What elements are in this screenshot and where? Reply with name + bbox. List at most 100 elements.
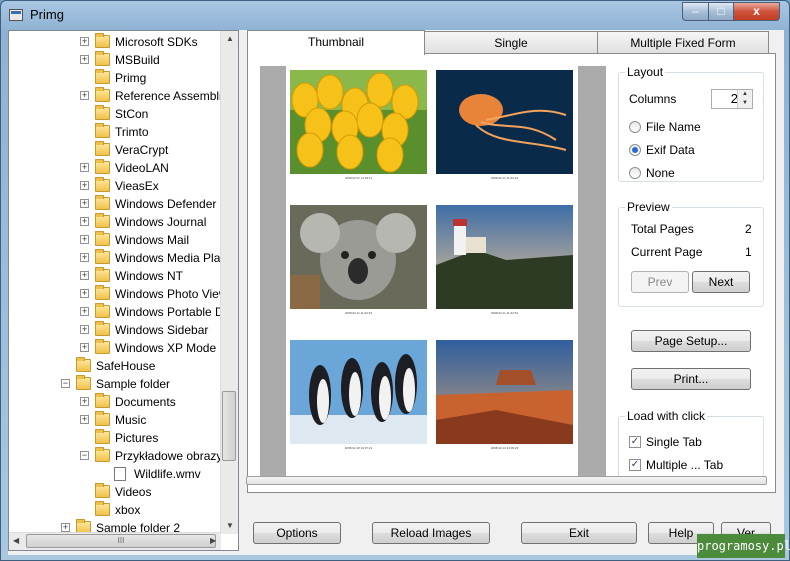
expand-icon[interactable]: + — [80, 343, 89, 352]
maximize-button[interactable]: □ — [708, 2, 734, 21]
columns-spinner[interactable]: 2 ▲ ▼ — [711, 89, 753, 109]
tree-item[interactable]: + Windows Defender — [9, 195, 221, 213]
tree-item-label[interactable]: Przykładowe obrazy — [115, 447, 222, 465]
expand-icon[interactable]: + — [80, 235, 89, 244]
expand-icon[interactable]: + — [80, 217, 89, 226]
spin-up-icon[interactable]: ▲ — [737, 90, 752, 99]
tree-item-label[interactable]: xbox — [115, 501, 140, 519]
radio-exif-data[interactable] — [629, 144, 641, 156]
expand-icon[interactable]: + — [80, 325, 89, 334]
thumbnail-image-tulips[interactable] — [290, 70, 427, 174]
tree-item[interactable]: VeraCrypt — [9, 141, 221, 159]
tree-item-label[interactable]: Windows Journal — [115, 213, 206, 231]
options-button[interactable]: Options — [253, 522, 341, 544]
expand-icon[interactable]: + — [80, 397, 89, 406]
single-tab-label[interactable]: Single Tab — [646, 435, 702, 449]
radio-file-name[interactable] — [629, 121, 641, 133]
tree-item[interactable]: Wildlife.wmv — [9, 465, 221, 483]
thumbnail-image-penguins[interactable] — [290, 340, 427, 444]
tree-item[interactable]: Trimto — [9, 123, 221, 141]
tree-item[interactable]: + Windows Sidebar — [9, 321, 221, 339]
tab-thumbnail[interactable]: Thumbnail — [247, 30, 425, 55]
tree-item[interactable]: xbox — [9, 501, 221, 519]
expand-icon[interactable]: + — [61, 523, 70, 532]
expand-icon[interactable]: + — [80, 271, 89, 280]
tree-item[interactable]: + Windows Mail — [9, 231, 221, 249]
tree-item-label[interactable]: Reference Assemblies — [115, 87, 234, 105]
tab-single[interactable]: Single — [424, 31, 598, 54]
tree-item-label[interactable]: MSBuild — [115, 51, 160, 69]
tree-item[interactable]: StCon — [9, 105, 221, 123]
tree-horizontal-scrollbar[interactable]: ◀ III ▶ — [9, 532, 221, 550]
tree-item[interactable]: SafeHouse — [9, 357, 221, 375]
tree-item-label[interactable]: Windows Mail — [115, 231, 189, 249]
close-button[interactable]: x — [733, 2, 780, 21]
tree-item[interactable]: + Documents — [9, 393, 221, 411]
thumbnail-image-jellyfish[interactable] — [436, 70, 573, 174]
expand-icon[interactable]: + — [80, 163, 89, 172]
tree-item[interactable]: Videos — [9, 483, 221, 501]
title-bar[interactable]: Primg – □ x — [1, 1, 789, 29]
multiple-tab-checkbox[interactable]: ✓ — [629, 459, 641, 471]
tree-item-label[interactable]: Sample folder — [96, 375, 170, 393]
tree-item[interactable]: +Windows Portable Devices — [9, 303, 238, 321]
single-tab-checkbox[interactable]: ✓ — [629, 436, 641, 448]
tree-item-label[interactable]: VieasEx — [115, 177, 159, 195]
tree-item[interactable]: Pictures — [9, 429, 221, 447]
columns-value[interactable]: 2 — [712, 90, 738, 108]
tree-item-label[interactable]: Trimto — [115, 123, 149, 141]
file-name-label[interactable]: File Name — [646, 120, 701, 134]
next-button[interactable]: Next — [692, 271, 750, 293]
tree-item-label[interactable]: SafeHouse — [96, 357, 155, 375]
tree-item-label[interactable]: Videos — [115, 483, 151, 501]
reload-images-button[interactable]: Reload Images — [372, 522, 490, 544]
page-setup-button[interactable]: Page Setup... — [631, 330, 751, 352]
tree-item-label[interactable]: StCon — [115, 105, 148, 123]
tree-item-label[interactable]: Windows Sidebar — [115, 321, 208, 339]
scroll-right-arrow-icon[interactable]: ▶ — [210, 536, 216, 545]
tree-item-label[interactable]: Documents — [115, 393, 176, 411]
tree-item[interactable]: + Reference Assemblies — [9, 87, 234, 105]
tree-item[interactable]: + Windows Photo Viewer — [9, 285, 238, 303]
exit-button[interactable]: Exit — [521, 522, 637, 544]
tree-item-label[interactable]: Primg — [115, 69, 146, 87]
tree-horizontal-scroll-thumb[interactable]: III — [26, 534, 216, 548]
tree-item[interactable]: + MSBuild — [9, 51, 221, 69]
tree-item-label[interactable]: Pictures — [115, 429, 158, 447]
expand-icon[interactable]: + — [80, 91, 89, 100]
expand-icon[interactable]: + — [80, 37, 89, 46]
none-label[interactable]: None — [646, 166, 675, 180]
tree-vertical-scrollbar[interactable]: ▲ ▼ — [220, 31, 238, 534]
multiple-tab-label[interactable]: Multiple ... Tab — [646, 458, 723, 472]
tree-item[interactable]: + Windows XP Mode — [9, 339, 221, 357]
tree-item[interactable]: + Music — [9, 411, 221, 429]
tree-item-label[interactable]: Wildlife.wmv — [134, 465, 201, 483]
folder-tree[interactable]: + Microsoft SDKs + MSBuild Primg + Reference A… — [8, 30, 239, 551]
radio-none[interactable] — [629, 167, 641, 179]
expand-icon[interactable]: + — [80, 289, 89, 298]
tree-item-label[interactable]: Windows XP Mode — [115, 339, 216, 357]
scroll-left-arrow-icon[interactable]: ◀ — [13, 536, 19, 545]
minimize-button[interactable]: – — [682, 2, 709, 21]
prev-button[interactable]: Prev — [631, 271, 689, 293]
thumbnail-image-koala[interactable] — [290, 205, 427, 309]
collapse-icon[interactable]: − — [80, 451, 89, 460]
tree-item[interactable]: + Microsoft SDKs — [9, 33, 221, 51]
tree-item[interactable]: + VieasEx — [9, 177, 221, 195]
scroll-up-arrow-icon[interactable]: ▲ — [226, 34, 234, 43]
tree-item-label[interactable]: Music — [115, 411, 146, 429]
tree-item[interactable]: + Windows NT — [9, 267, 221, 285]
thumbnail-image-lighthouse[interactable] — [436, 205, 573, 309]
tree-item[interactable]: Primg — [9, 69, 221, 87]
tree-item-label[interactable]: Microsoft SDKs — [115, 33, 198, 51]
tree-item-label[interactable]: VeraCrypt — [115, 141, 168, 159]
tree-item[interactable]: + VideoLAN — [9, 159, 221, 177]
expand-icon[interactable]: + — [80, 415, 89, 424]
tab-multiple-fixed-form[interactable]: Multiple Fixed Form — [597, 31, 769, 54]
collapse-icon[interactable]: − — [61, 379, 70, 388]
tree-item-label[interactable]: VideoLAN — [115, 159, 169, 177]
expand-icon[interactable]: + — [80, 253, 89, 262]
expand-icon[interactable]: + — [80, 199, 89, 208]
tree-item-label[interactable]: Windows Defender — [115, 195, 216, 213]
expand-icon[interactable]: + — [80, 55, 89, 64]
